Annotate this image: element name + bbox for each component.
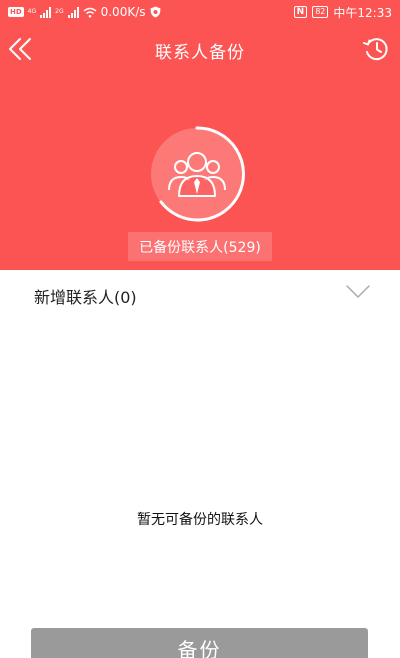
signal-icon-2 [67, 6, 79, 18]
new-contacts-label: 新增联系人(0) [34, 288, 137, 307]
wifi-icon [83, 7, 97, 18]
app-header: 联系人备份 [0, 24, 400, 74]
backup-button[interactable]: 备份 [31, 628, 368, 658]
network-type-1: 4G [27, 8, 37, 15]
backed-up-count-label: 已备份联系人(529) [128, 232, 272, 261]
contacts-progress-circle [151, 126, 245, 222]
new-contacts-row[interactable]: 新增联系人(0) [0, 270, 400, 318]
shield-icon [150, 6, 160, 18]
network-speed: 0.00K/s [100, 5, 146, 19]
network-type-2: 2G [55, 8, 64, 15]
empty-state-message: 暂无可备份的联系人 [137, 512, 263, 528]
hd-badge: HD [8, 7, 24, 17]
nfc-icon: N [293, 6, 308, 18]
page-title: 联系人备份 [155, 43, 245, 63]
chevron-down-icon[interactable] [344, 282, 372, 302]
battery-icon: 82 [312, 6, 329, 18]
signal-icon [40, 6, 52, 18]
status-bar: HD 4G 2G 0.00K/s N 82 中午12:33 [0, 0, 400, 24]
clock: 中午12:33 [333, 5, 392, 20]
history-icon[interactable] [362, 35, 390, 63]
